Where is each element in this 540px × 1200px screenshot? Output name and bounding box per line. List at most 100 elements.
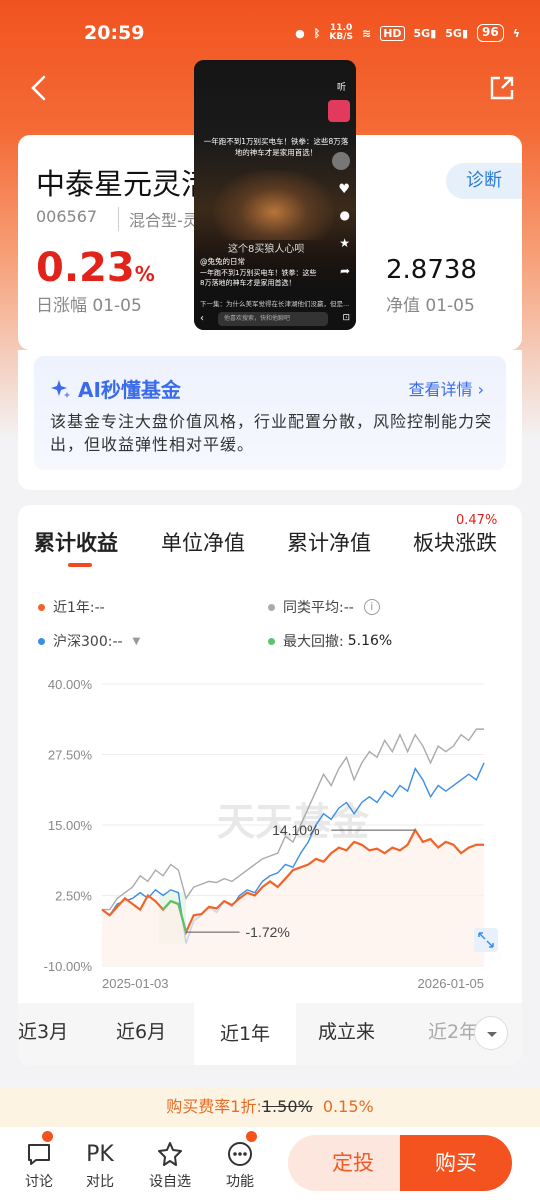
- pk-icon: PK: [86, 1141, 114, 1167]
- peer-dot: [268, 603, 275, 611]
- buy-button[interactable]: 购买: [400, 1135, 512, 1191]
- sector-change-badge: 0.47%: [456, 513, 498, 528]
- x-label-end: 2026-01-05: [418, 976, 485, 991]
- pip-description: 一年跑不到1万别买电车！铁拳：这些8万落地的神车才是家用首选！: [200, 269, 317, 287]
- performance-card: 累计收益 单位净值 累计净值 板块涨跌 0.47% 近1年:-- 同类平均:--…: [18, 505, 522, 1065]
- pip-star-icon[interactable]: ★: [339, 236, 350, 250]
- functions-button[interactable]: 功能: [215, 1137, 265, 1191]
- legend-index[interactable]: 沪深300:-- ▼: [38, 631, 140, 651]
- index-dot: [38, 637, 45, 645]
- legend-fund: 近1年:--: [38, 597, 105, 617]
- range-since-inception[interactable]: 成立来: [318, 1017, 375, 1044]
- watchlist-label: 设自选: [149, 1174, 191, 1190]
- charging-icon: ϟ: [512, 26, 520, 40]
- floating-video-window[interactable]: 听 一年跑不到1万别买电车！铁拳：这些8万落地的神车才是家用首选！ ♥ ● ★ …: [194, 60, 356, 330]
- y-tick-label: -10.00%: [44, 959, 93, 974]
- status-time: 20:59: [84, 22, 145, 44]
- expand-icon[interactable]: [474, 928, 498, 952]
- location-icon: ●: [295, 26, 305, 40]
- pip-caption: 一年跑不到1万别买电车！铁拳：这些8万落地的神车才是家用首选！: [203, 137, 349, 157]
- back-arrow-icon[interactable]: [28, 74, 52, 102]
- status-bar: 20:59 ● ᛒ 11.0 KB/S ≋ HD 5G▮ 5G▮ 96 ϟ: [0, 0, 540, 68]
- ai-more-text: 查看详情: [408, 380, 473, 399]
- pip-scan-icon[interactable]: ⊡: [342, 313, 350, 323]
- ai-more-link[interactable]: 查看详情 ›: [408, 376, 484, 400]
- share-icon[interactable]: [488, 74, 516, 102]
- x-label-start: 2025-01-03: [102, 976, 169, 991]
- ai-title: AI秒懂基金: [50, 374, 181, 403]
- legend-drawdown: 最大回撤: 5.16%: [268, 631, 392, 651]
- ai-title-text: AI秒懂基金: [78, 378, 181, 402]
- sparkle-icon: [51, 379, 70, 398]
- chart-tabs: 累计收益 单位净值 累计净值 板块涨跌 0.47%: [18, 513, 522, 567]
- promo-prefix: 购买费率1折:: [166, 1097, 262, 1116]
- tab-sector-change[interactable]: 板块涨跌: [413, 527, 497, 557]
- drawdown-dot: [268, 637, 275, 645]
- caret-down-icon: ▼: [132, 635, 141, 647]
- info-icon[interactable]: i: [363, 599, 380, 615]
- active-tab-indicator: [68, 563, 92, 567]
- pip-next: 下一集：为什么美军觉得在长津湖他们没赢，但是...: [200, 300, 350, 308]
- discuss-badge: [42, 1131, 53, 1142]
- status-icons: ● ᛒ 11.0 KB/S ≋ HD 5G▮ 5G▮ 96 ϟ: [295, 24, 520, 42]
- ai-summary-card: AI秒懂基金 查看详情 › 该基金专注大盘价值风格，行业配置分散，风险控制能力突…: [18, 350, 522, 490]
- range-3m[interactable]: 近3月: [18, 1017, 68, 1044]
- nav-label: 净值 01-05: [386, 296, 475, 316]
- nav-value: 2.8738: [386, 255, 477, 285]
- promo-old-fee: 1.50%: [261, 1097, 313, 1116]
- y-tick-label: 27.50%: [48, 748, 93, 763]
- return-chart[interactable]: 40.00%27.50%15.00%2.50%-10.00%天天基金14.10%…: [18, 670, 522, 1000]
- y-tick-label: 40.00%: [48, 677, 93, 692]
- hd-icon: HD: [380, 25, 405, 41]
- range-6m[interactable]: 近6月: [116, 1017, 166, 1044]
- range-more-button[interactable]: [474, 1016, 508, 1050]
- compare-button[interactable]: PK 对比: [75, 1137, 125, 1191]
- fee-promo-banner: 购买费率1折:1.50% 0.15%: [0, 1087, 540, 1127]
- pip-comment-icon[interactable]: ●: [340, 208, 350, 222]
- range-1y[interactable]: 近1年: [194, 1003, 296, 1065]
- net-speed: 11.0 KB/S: [329, 23, 353, 42]
- signal-5g-icon: 5G▮: [413, 26, 437, 40]
- wifi-icon: ≋: [361, 26, 372, 40]
- tab-unit-nav[interactable]: 单位净值: [161, 527, 245, 557]
- functions-label: 功能: [226, 1174, 254, 1190]
- compare-label: 对比: [86, 1174, 114, 1190]
- diagnose-button[interactable]: 诊断: [446, 163, 522, 199]
- legend-drawdown-label: 最大回撤:: [283, 634, 344, 650]
- pip-listen-text: 听: [336, 83, 346, 93]
- tab-cumulative-return[interactable]: 累计收益: [34, 527, 118, 557]
- discuss-label: 讨论: [25, 1174, 53, 1190]
- chat-icon: [28, 1144, 50, 1165]
- more-icon: [228, 1142, 252, 1166]
- pip-listen[interactable]: 听: [337, 80, 346, 93]
- fund-code: 006567: [36, 207, 98, 226]
- tab-cumulative-nav[interactable]: 累计净值: [287, 527, 371, 557]
- pip-back-icon[interactable]: ‹: [200, 313, 204, 324]
- min-annotation-label: -1.72%: [246, 924, 290, 940]
- legend-peer: 同类平均:-- i: [268, 597, 380, 617]
- promo-new-fee: 0.15%: [322, 1097, 374, 1116]
- star-icon: [158, 1142, 182, 1166]
- pip-avatar[interactable]: [332, 152, 350, 170]
- range-2y[interactable]: 近2年: [428, 1017, 478, 1044]
- pip-like-icon[interactable]: ♥: [338, 182, 350, 197]
- fund-type: 混合型-灵: [118, 207, 199, 231]
- legend-drawdown-value: 5.16%: [347, 633, 393, 649]
- daily-rate: 0.23%: [36, 245, 155, 291]
- range-selector: 近3月 近6月 近1年 成立来 近2年: [18, 1003, 522, 1065]
- pip-share-icon[interactable]: ➦: [340, 264, 350, 278]
- auto-invest-button[interactable]: 定投: [288, 1135, 418, 1191]
- discuss-button[interactable]: 讨论: [14, 1137, 64, 1191]
- signal-5g-icon-2: 5G▮: [445, 26, 469, 40]
- add-watchlist-button[interactable]: 设自选: [145, 1137, 195, 1191]
- ai-summary-box[interactable]: AI秒懂基金 查看详情 › 该基金专注大盘价值风格，行业配置分散，风险控制能力突…: [34, 356, 506, 470]
- pip-gift-icon[interactable]: [328, 100, 350, 122]
- ai-summary-text: 该基金专注大盘价值风格，行业配置分散，风险控制能力突出，但收益弹性相对平缓。: [50, 412, 493, 454]
- bluetooth-icon: ᛒ: [313, 26, 321, 40]
- legend-index-label: 沪深300:--: [53, 634, 123, 650]
- chevron-right-icon: ›: [477, 380, 484, 399]
- y-tick-label: 2.50%: [55, 889, 92, 904]
- legend-peer-label: 同类平均:--: [283, 600, 354, 616]
- video-street-scene: [214, 170, 334, 240]
- pip-input[interactable]: 他喜欢搜索，快和他聊吧: [218, 312, 328, 326]
